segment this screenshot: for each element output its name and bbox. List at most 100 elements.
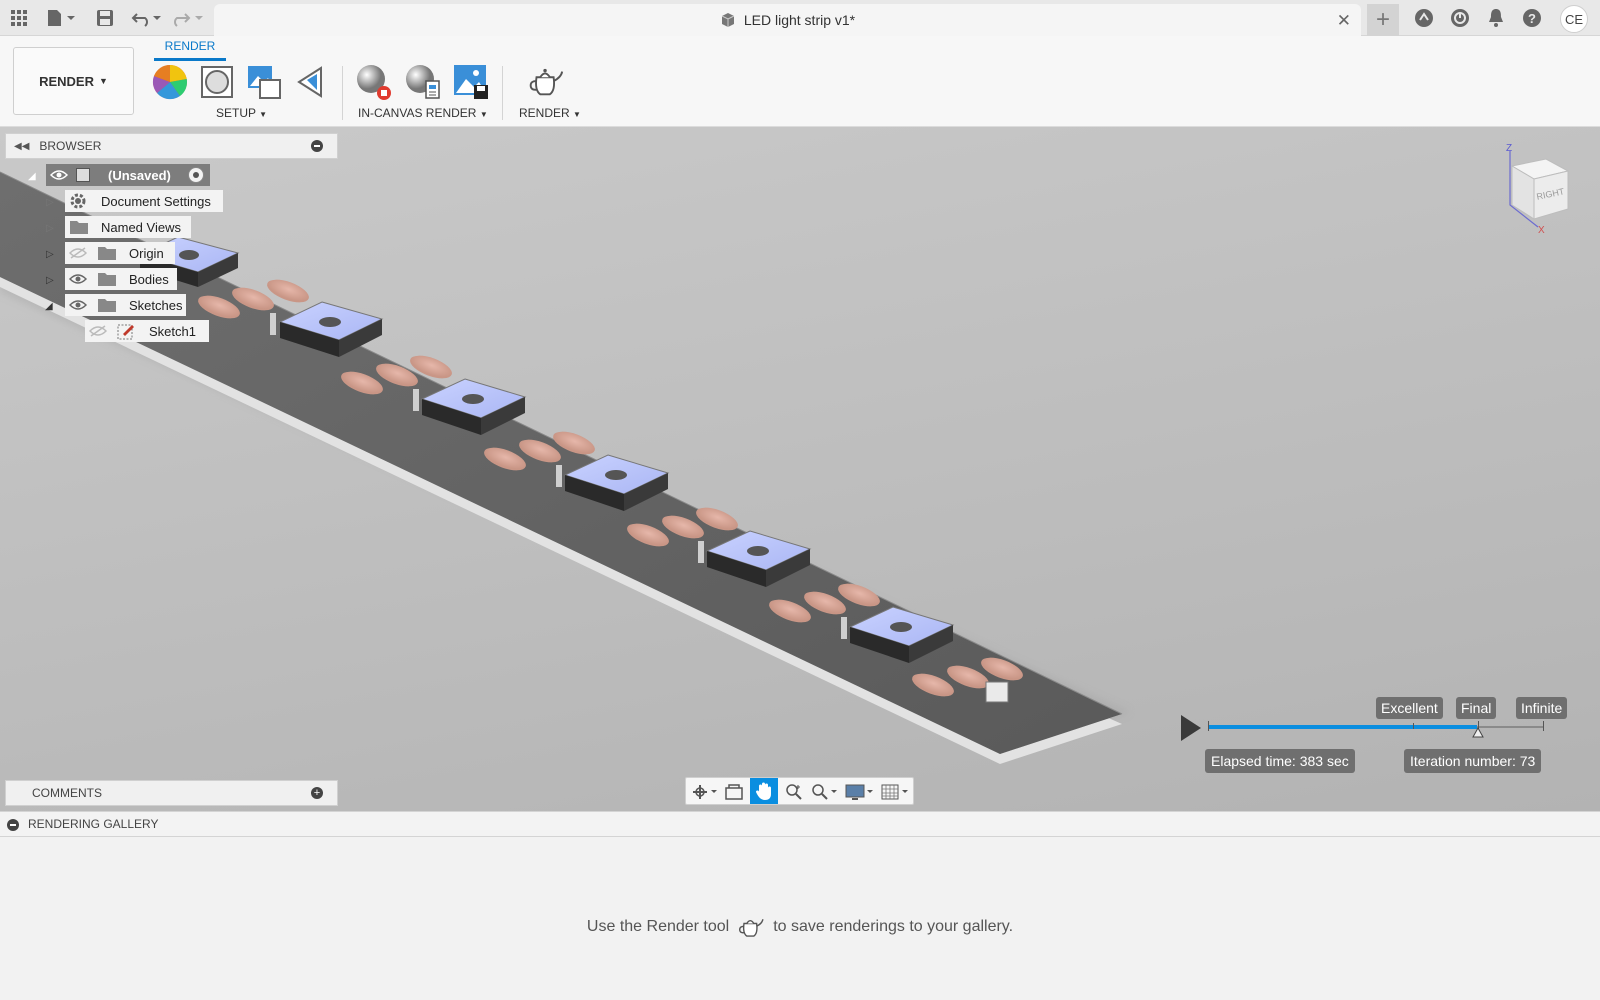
tree-label: Origin — [129, 245, 164, 261]
help-icon[interactable]: ? — [1520, 6, 1544, 30]
expand-arrow-icon[interactable]: ▷ — [46, 223, 54, 234]
root-label: (Unsaved) — [108, 167, 171, 183]
component-icon — [76, 168, 90, 182]
chevron-down-icon: ▼ — [259, 110, 268, 119]
tree-label: Sketch1 — [149, 323, 196, 339]
setup-group-menu[interactable]: SETUP ▼ — [216, 106, 267, 120]
browser-item-origin[interactable]: Origin — [65, 242, 175, 264]
browser-item-sketch1[interactable]: Sketch1 — [85, 320, 209, 342]
navigation-toolbar — [685, 777, 914, 805]
workspace-label: RENDER — [39, 73, 94, 89]
chevron-down-icon: ▼ — [98, 76, 108, 86]
document-tab[interactable]: LED light strip v1* ✕ — [214, 4, 1361, 36]
render-canvas[interactable]: RIGHT Z X — [0, 127, 1600, 811]
ribbon-divider — [502, 66, 503, 120]
render-group-menu[interactable]: RENDER ▼ — [519, 106, 581, 120]
job-status-icon[interactable] — [1448, 6, 1472, 30]
comments-panel-header[interactable]: COMMENTS + — [5, 780, 338, 806]
eye-icon[interactable] — [69, 299, 87, 311]
undo-icon[interactable] — [130, 6, 164, 30]
play-render-icon[interactable] — [1181, 715, 1201, 741]
iteration-number-label: Iteration number: 73 — [1404, 749, 1542, 773]
workspace-switcher[interactable]: RENDER ▼ — [13, 47, 134, 115]
browser-item-bodies[interactable]: Bodies — [65, 268, 177, 290]
decal-icon[interactable] — [292, 63, 330, 101]
in-canvas-render-stop-icon[interactable] — [355, 63, 393, 101]
progress-tick — [1543, 721, 1544, 731]
document-component-icon — [721, 13, 735, 27]
zoom-window-icon[interactable] — [810, 780, 840, 804]
quality-final-badge[interactable]: Final — [1456, 697, 1497, 719]
rendering-gallery-header[interactable]: RENDERING GALLERY — [0, 811, 1600, 837]
browser-item-sketches[interactable]: Sketches — [65, 294, 186, 316]
render-teapot-icon[interactable] — [527, 63, 565, 101]
expand-arrow-icon[interactable]: ▷ — [46, 275, 54, 286]
tree-label: Bodies — [129, 271, 169, 287]
expand-arrow-icon[interactable]: ◢ — [28, 171, 36, 182]
view-cube[interactable]: RIGHT Z X — [1506, 143, 1570, 236]
look-at-icon[interactable] — [722, 780, 746, 804]
extensions-icon[interactable] — [1412, 6, 1436, 30]
eye-icon[interactable] — [69, 273, 87, 285]
in-canvas-render-settings-icon[interactable] — [404, 63, 442, 101]
display-settings-icon[interactable] — [844, 780, 876, 804]
capture-image-icon[interactable] — [452, 63, 490, 101]
led-strip-model: RIGHT Z X — [0, 143, 1570, 764]
elapsed-time-label: Elapsed time: 383 sec — [1205, 749, 1355, 773]
tree-label: Named Views — [101, 219, 181, 235]
progress-tick — [1413, 723, 1414, 729]
browser-root-node[interactable]: (Unsaved) — [46, 164, 210, 186]
in-canvas-render-group-menu[interactable]: IN-CANVAS RENDER ▼ — [358, 106, 488, 120]
file-menu-icon[interactable] — [44, 6, 78, 30]
x-axis-label: X — [1538, 225, 1545, 236]
add-comment-icon[interactable]: + — [311, 787, 323, 799]
eye-hidden-icon[interactable] — [89, 325, 107, 337]
app-grid-icon[interactable] — [8, 6, 30, 30]
new-tab-button[interactable]: + — [1367, 4, 1399, 36]
rendering-gallery: Use the Render tool to save renderings t… — [0, 837, 1600, 1000]
folder-icon — [69, 219, 89, 235]
progress-marker-icon[interactable] — [1472, 727, 1484, 738]
expand-arrow-icon[interactable]: ▷ — [46, 197, 54, 208]
browser-panel-header[interactable]: ◀◀ BROWSER — [5, 133, 338, 159]
orbit-icon[interactable] — [690, 780, 720, 804]
tree-label: Sketches — [129, 297, 183, 313]
browser-item-named-views[interactable]: Named Views — [65, 216, 191, 238]
redo-icon[interactable] — [172, 6, 206, 30]
grid-settings-icon[interactable] — [880, 780, 912, 804]
quality-infinite-badge[interactable]: Infinite — [1516, 697, 1568, 719]
zoom-icon[interactable] — [782, 780, 806, 804]
title-bar: LED light strip v1* ✕ + ? CE — [0, 0, 1600, 36]
tab-render[interactable]: RENDER — [154, 39, 226, 61]
browser-item-document-settings[interactable]: Document Settings — [65, 190, 223, 212]
render-group-label: RENDER — [519, 106, 570, 120]
eye-hidden-icon[interactable] — [69, 247, 87, 259]
user-avatar[interactable]: CE — [1560, 5, 1588, 33]
gallery-title: RENDERING GALLERY — [28, 817, 159, 831]
expand-arrow-icon[interactable]: ▷ — [46, 249, 54, 260]
eye-icon[interactable] — [50, 169, 70, 181]
quality-excellent-badge[interactable]: Excellent — [1376, 697, 1443, 719]
close-tab-icon[interactable]: ✕ — [1337, 11, 1351, 31]
appearance-icon[interactable] — [151, 63, 189, 101]
gallery-message-before: Use the Render tool — [586, 918, 730, 935]
collapse-gallery-icon[interactable] — [7, 819, 19, 831]
activate-radio-icon[interactable] — [188, 167, 204, 183]
chevron-down-icon: ▼ — [573, 110, 581, 119]
collapse-arrow-icon[interactable]: ◢ — [45, 301, 53, 312]
scene-settings-icon[interactable] — [198, 63, 236, 101]
progress-tick — [1208, 721, 1209, 731]
browser-title: BROWSER — [39, 139, 102, 153]
in-canvas-render-group-label: IN-CANVAS RENDER — [358, 106, 477, 120]
save-icon[interactable] — [94, 6, 116, 30]
collapse-panel-icon[interactable]: ◀◀ — [14, 141, 29, 152]
folder-icon — [97, 271, 117, 287]
pan-hand-icon[interactable] — [750, 778, 778, 804]
texture-map-icon[interactable] — [245, 63, 283, 101]
comments-title: COMMENTS — [32, 786, 102, 800]
notifications-icon[interactable] — [1484, 6, 1508, 30]
minimize-panel-icon[interactable] — [311, 140, 323, 152]
folder-icon — [97, 297, 117, 313]
sketch-icon — [117, 322, 135, 340]
document-title: LED light strip v1* — [743, 12, 856, 28]
